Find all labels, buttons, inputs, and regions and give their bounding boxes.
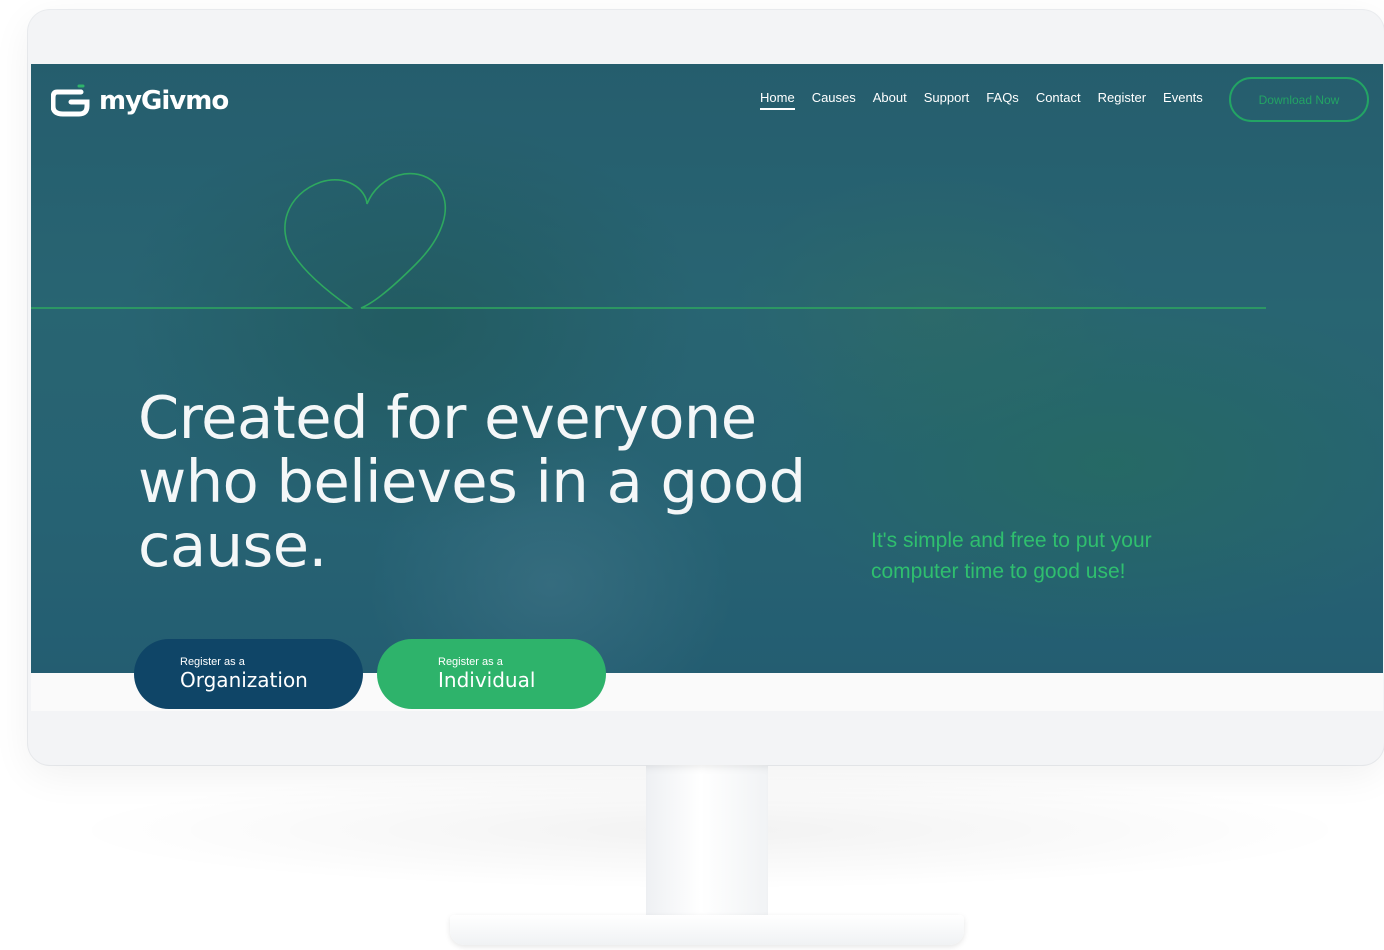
- hero-headline: Created for everyone who believes in a g…: [138, 386, 858, 578]
- register-organization-button[interactable]: Register as a Organization: [134, 639, 363, 709]
- main-nav: Home Causes About Support FAQs Contact R…: [760, 90, 1203, 110]
- headline-line: who believes in a good: [138, 447, 806, 516]
- heart-line-icon: [31, 172, 1266, 309]
- tagline-line: computer time to good use!: [871, 560, 1126, 583]
- headline-line: Created for everyone: [138, 383, 757, 452]
- monitor-stand-base: [450, 915, 964, 945]
- tagline-line: It's simple and free to put your: [871, 529, 1152, 552]
- website-screen: myGivmo Home Causes About Support FAQs C…: [31, 64, 1383, 711]
- nav-home[interactable]: Home: [760, 90, 795, 110]
- register-label: Organization: [180, 668, 308, 692]
- register-prefix: Register as a: [180, 656, 245, 668]
- register-prefix: Register as a: [438, 656, 503, 668]
- brand-logo[interactable]: myGivmo: [51, 84, 229, 118]
- hero-background: myGivmo Home Causes About Support FAQs C…: [31, 64, 1383, 673]
- register-label: Individual: [438, 668, 536, 692]
- monitor-stand-neck: [646, 765, 768, 925]
- nav-contact[interactable]: Contact: [1036, 90, 1081, 105]
- page: myGivmo Home Causes About Support FAQs C…: [0, 0, 1384, 950]
- nav-events[interactable]: Events: [1163, 90, 1203, 105]
- hero-tagline: It's simple and free to put your compute…: [871, 525, 1231, 587]
- download-now-button[interactable]: Download Now: [1229, 77, 1369, 122]
- headline-line: cause.: [138, 511, 327, 580]
- nav-faqs[interactable]: FAQs: [986, 90, 1019, 105]
- givmo-logo-icon: [51, 84, 90, 117]
- nav-causes[interactable]: Causes: [812, 90, 856, 105]
- register-individual-button[interactable]: Register as a Individual: [377, 639, 606, 709]
- nav-register[interactable]: Register: [1098, 90, 1146, 105]
- nav-support[interactable]: Support: [924, 90, 970, 105]
- brand-name: myGivmo: [99, 86, 229, 116]
- nav-about[interactable]: About: [873, 90, 907, 105]
